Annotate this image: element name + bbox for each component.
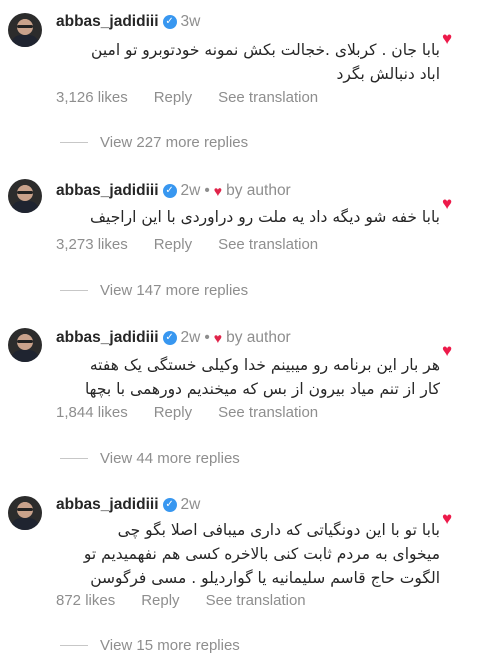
like-heart-icon[interactable]: ♥ xyxy=(442,510,458,527)
likes-count[interactable]: 1,844 likes xyxy=(56,404,128,421)
view-replies-button[interactable]: View 44 more replies xyxy=(60,450,240,467)
verified-badge-icon: ✓ xyxy=(162,498,177,512)
comment-header: abbas_jadidiii ✓ 2w • ♥ by author xyxy=(56,181,291,201)
like-heart-icon[interactable]: ♥ xyxy=(442,195,458,212)
liked-by-author-label: by author xyxy=(226,182,291,199)
comment-actions: 872 likes Reply See translation xyxy=(56,592,306,609)
see-translation-button[interactable]: See translation xyxy=(218,404,318,421)
view-replies-button[interactable]: View 15 more replies xyxy=(60,637,240,654)
replies-divider xyxy=(60,458,88,459)
reply-button[interactable]: Reply xyxy=(154,236,192,253)
avatar[interactable] xyxy=(8,179,42,213)
timestamp: 2w xyxy=(180,329,201,346)
username[interactable]: abbas_jadidiii xyxy=(56,182,159,200)
separator-dot: • xyxy=(204,182,210,199)
see-translation-button[interactable]: See translation xyxy=(218,236,318,253)
like-heart-icon[interactable]: ♥ xyxy=(442,342,458,359)
timestamp: 3w xyxy=(180,13,201,30)
comment-text: بابا تو با این دونگیاتی که داری میبافی ا… xyxy=(83,521,440,587)
comment-actions: 1,844 likes Reply See translation xyxy=(56,404,318,421)
liked-by-author-label: by author xyxy=(226,329,291,346)
author-heart-icon: ♥ xyxy=(213,183,223,199)
avatar[interactable] xyxy=(8,496,42,530)
reply-button[interactable]: Reply xyxy=(154,89,192,106)
comment-text: بابا جان . کربلای .خجالت بکش نمونه خودتو… xyxy=(91,41,440,83)
comment-actions: 3,273 likes Reply See translation xyxy=(56,236,318,253)
replies-divider xyxy=(60,645,88,646)
username[interactable]: abbas_jadidiii xyxy=(56,13,159,31)
verified-badge-icon: ✓ xyxy=(162,15,177,29)
comment-text: بابا خفه شو دیگه داد یه ملت رو دراوردی ب… xyxy=(90,208,440,226)
username[interactable]: abbas_jadidiii xyxy=(56,329,159,347)
comment-text: هر بار این برنامه رو میبینم خدا وکیلی خس… xyxy=(84,356,440,398)
see-translation-button[interactable]: See translation xyxy=(206,592,306,609)
view-replies-button[interactable]: View 227 more replies xyxy=(60,134,248,151)
replies-divider xyxy=(60,290,88,291)
see-translation-button[interactable]: See translation xyxy=(218,89,318,106)
verified-badge-icon: ✓ xyxy=(162,331,177,345)
separator-dot: • xyxy=(204,329,210,346)
avatar[interactable] xyxy=(8,13,42,47)
reply-button[interactable]: Reply xyxy=(141,592,179,609)
author-heart-icon: ♥ xyxy=(213,330,223,346)
timestamp: 2w xyxy=(180,496,201,513)
comment-actions: 3,126 likes Reply See translation xyxy=(56,89,318,106)
timestamp: 2w xyxy=(180,182,201,199)
username[interactable]: abbas_jadidiii xyxy=(56,496,159,514)
verified-badge-icon: ✓ xyxy=(162,184,177,198)
comment-header: abbas_jadidiii ✓ 3w xyxy=(56,12,200,32)
avatar[interactable] xyxy=(8,328,42,362)
like-heart-icon[interactable]: ♥ xyxy=(442,30,458,47)
view-replies-button[interactable]: View 147 more replies xyxy=(60,282,248,299)
likes-count[interactable]: 872 likes xyxy=(56,592,115,609)
comment-header: abbas_jadidiii ✓ 2w • ♥ by author xyxy=(56,328,291,348)
comment-header: abbas_jadidiii ✓ 2w xyxy=(56,495,200,515)
replies-divider xyxy=(60,142,88,143)
likes-count[interactable]: 3,126 likes xyxy=(56,89,128,106)
likes-count[interactable]: 3,273 likes xyxy=(56,236,128,253)
reply-button[interactable]: Reply xyxy=(154,404,192,421)
